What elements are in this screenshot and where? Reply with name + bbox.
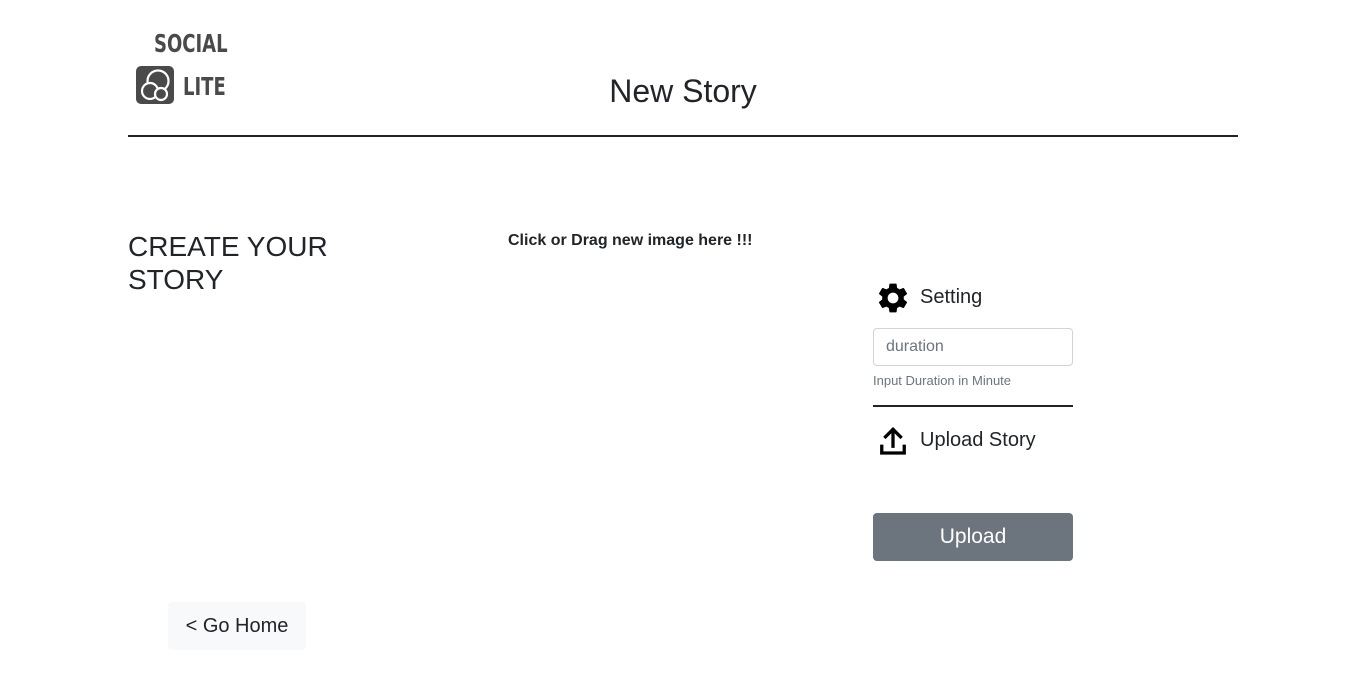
story-settings-panel: Setting Input Duration in Minute Upload … <box>873 278 1073 561</box>
upload-button[interactable]: Upload <box>873 513 1073 561</box>
gear-icon <box>878 283 908 313</box>
upload-section-header: Upload Story <box>873 421 1073 461</box>
duration-input[interactable] <box>873 328 1073 366</box>
setting-title: Setting <box>920 286 983 308</box>
drop-zone-label: Click or Drag new image here !!! <box>508 232 753 249</box>
upload-story-title: Upload Story <box>920 429 1036 451</box>
header-divider <box>128 135 1238 137</box>
image-drop-zone[interactable]: Click or Drag new image here !!! <box>500 225 840 565</box>
duration-help-text: Input Duration in Minute <box>873 373 1012 388</box>
go-home-button[interactable]: < Go Home <box>168 602 306 650</box>
setting-section-header: Setting <box>873 278 1073 318</box>
logo-top-text: SOCIAL <box>154 29 228 58</box>
upload-icon <box>880 426 906 455</box>
panel-divider <box>873 405 1073 407</box>
create-story-heading: CREATE YOUR STORY <box>128 231 328 295</box>
page-title: New Story <box>609 73 757 109</box>
page: SOCIAL LITE New Story CREATE YOUR STORY … <box>0 0 1366 686</box>
